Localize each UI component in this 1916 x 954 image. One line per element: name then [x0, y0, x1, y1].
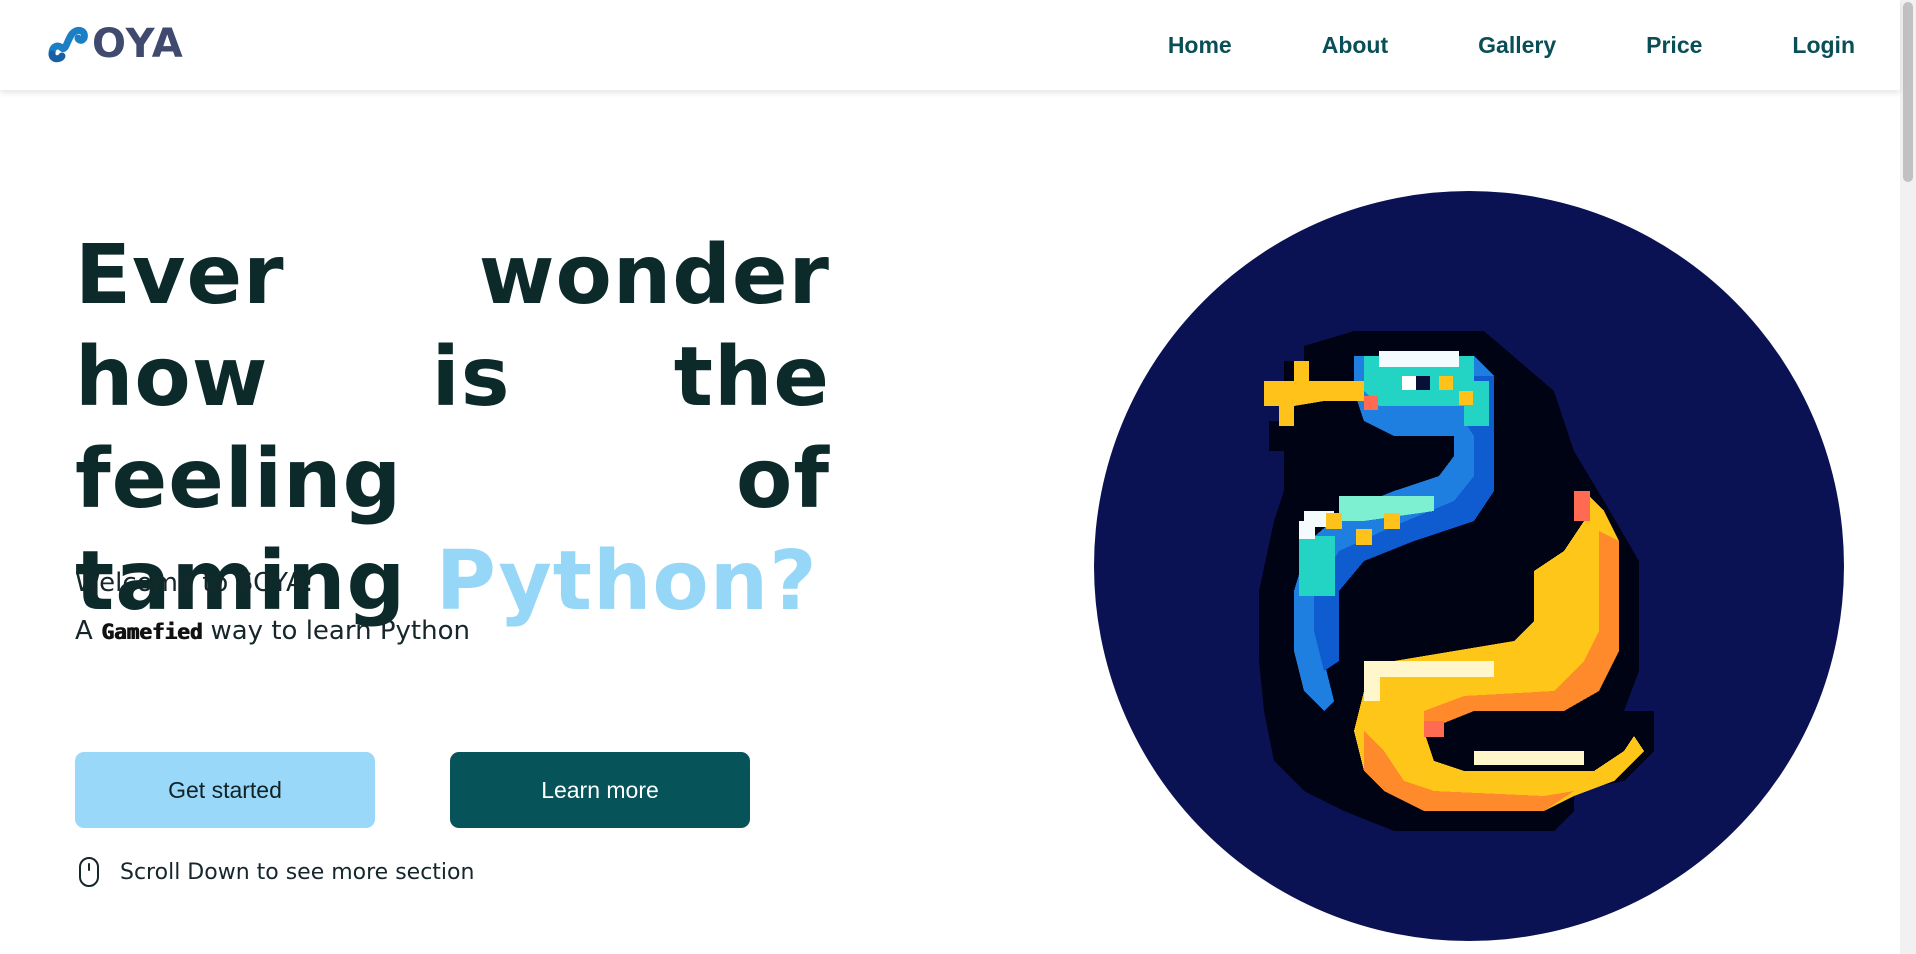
tagline-suffix: way to learn Python [210, 616, 470, 646]
main-nav: Home About Gallery Price Login [1168, 26, 1855, 64]
scroll-hint: Scroll Down to see more section [77, 856, 474, 888]
nav-login[interactable]: Login [1792, 26, 1855, 64]
tagline-pixel-word: Gamefied [101, 620, 203, 644]
learn-more-button[interactable]: Learn more [450, 752, 750, 828]
tagline: A Gamefied way to learn Python [75, 613, 470, 650]
landing-page: OYA Home About Gallery Price Login Ever … [0, 0, 1916, 954]
headline-accent: Python? [435, 534, 818, 629]
scrollbar-thumb[interactable] [1903, 2, 1913, 182]
snake-logo-icon [48, 26, 88, 63]
nav-price[interactable]: Price [1646, 26, 1702, 64]
nav-about[interactable]: About [1322, 26, 1388, 64]
hero-illustration [1094, 191, 1844, 941]
scroll-hint-text: Scroll Down to see more section [120, 859, 475, 885]
welcome-text: Welcome to SOYA! [75, 568, 315, 598]
logo-text: OYA [92, 21, 184, 67]
tagline-prefix: A [75, 616, 93, 646]
top-navbar: OYA Home About Gallery Price Login [0, 0, 1900, 90]
nav-gallery[interactable]: Gallery [1478, 26, 1556, 64]
nav-home[interactable]: Home [1168, 26, 1232, 64]
page-scrollbar[interactable] [1900, 0, 1916, 954]
get-started-button[interactable]: Get started [75, 752, 375, 828]
mouse-icon [79, 857, 99, 887]
pixel-python-snake-icon [1259, 331, 1654, 831]
soya-logo[interactable]: OYA [48, 22, 184, 66]
